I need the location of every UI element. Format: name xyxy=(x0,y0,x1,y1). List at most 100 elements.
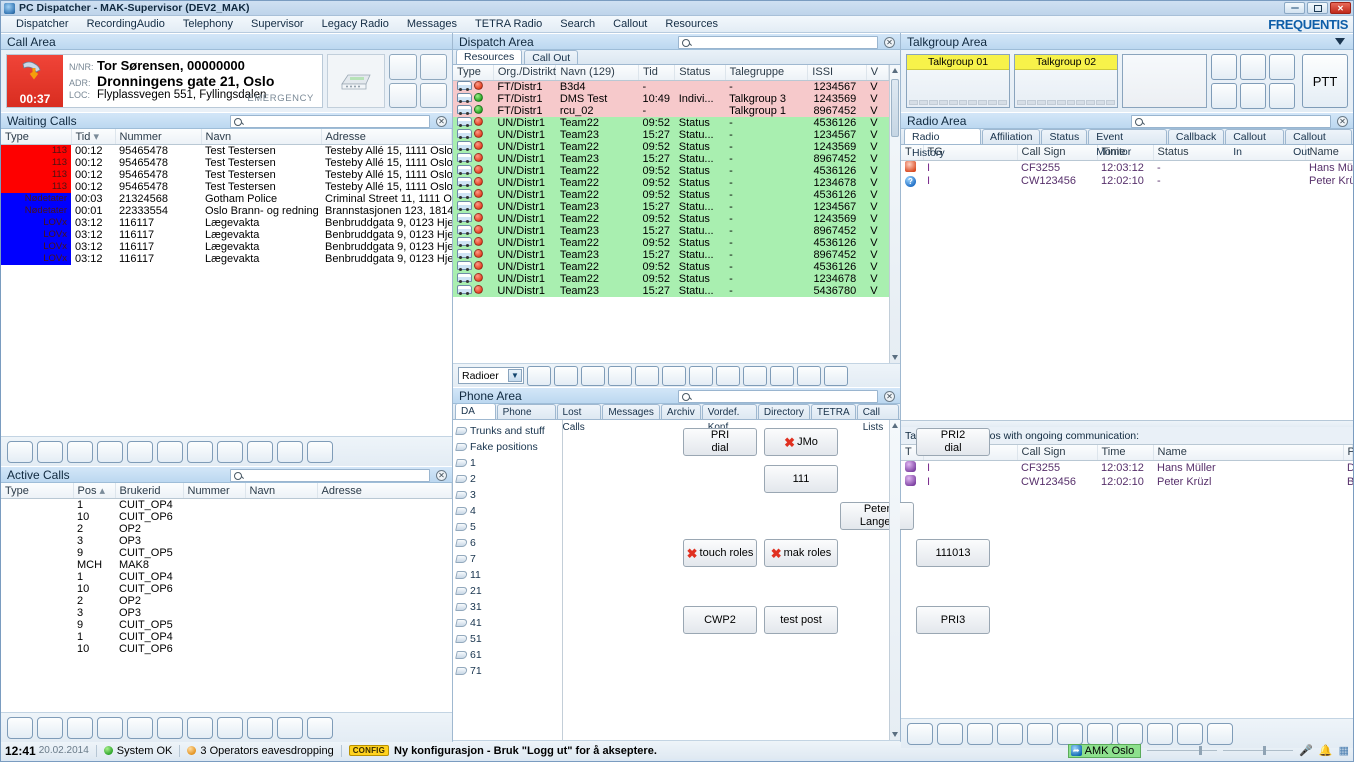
table-row[interactable]: UN/Distr1 Team22 09:52 Status -4536126 V xyxy=(453,260,889,273)
table-row[interactable]: 113 00:12 95465478 Test Testersen Testeby Al… xyxy=(1,181,452,193)
table-row[interactable]: LOVx 03:12 116117 Lægevakta Benbruddgata 9, … xyxy=(1,217,452,229)
tg-key-5[interactable] xyxy=(1240,83,1266,109)
wc-strip-button-1[interactable] xyxy=(7,440,33,463)
call-action-button-2[interactable] xyxy=(419,54,447,80)
da-key-button[interactable]: Peter Langer xyxy=(840,502,914,530)
rd-strip-button-7[interactable] xyxy=(1087,722,1113,745)
table-row[interactable]: 1 CUIT_OP4 xyxy=(1,499,452,512)
active-calls-close-icon[interactable]: ✕ xyxy=(436,470,447,481)
tg-key-1[interactable] xyxy=(1211,54,1237,80)
table-row[interactable]: LOVx 03:12 116117 Lægevakta Benbruddgata 9, … xyxy=(1,229,452,241)
menu-supervisor[interactable]: Supervisor xyxy=(242,16,313,33)
waiting-calls-close-icon[interactable]: ✕ xyxy=(436,116,447,127)
phone-area-close-icon[interactable]: ✕ xyxy=(884,391,895,402)
radio-area-close-icon[interactable]: ✕ xyxy=(1337,116,1348,127)
radio-tab-callout-out[interactable]: Callout Out xyxy=(1285,129,1352,158)
r-col-callsign[interactable]: Call Sign xyxy=(1017,145,1098,161)
dispatch-button-9[interactable] xyxy=(743,365,767,386)
menu-search[interactable]: Search xyxy=(551,16,604,33)
d-col-issi[interactable]: ISSI xyxy=(807,65,867,81)
table-row[interactable]: Nødetater 00:03 21324568 Gotham Police Crimi… xyxy=(1,193,452,205)
radio-tab-event-monitor[interactable]: Event Monitor xyxy=(1088,129,1167,158)
table-row[interactable]: 1 CUIT_OP4 xyxy=(1,571,452,583)
grid-icon[interactable]: ▦ xyxy=(1339,744,1349,757)
da-key-list-item[interactable]: 3 xyxy=(455,487,562,503)
dispatch-scrollbar[interactable] xyxy=(889,65,900,363)
wc-strip-button-10[interactable] xyxy=(277,440,303,463)
phone-tab-archiv[interactable]: Archiv xyxy=(660,404,701,419)
tg-key-4[interactable] xyxy=(1211,83,1237,109)
da-key-list-item[interactable]: 61 xyxy=(455,647,562,663)
table-row[interactable]: UN/Distr1 Team23 15:27 Statu... -8967452 V xyxy=(453,152,889,165)
da-key-button[interactable]: CWP2 xyxy=(683,606,757,634)
da-key-list-item[interactable]: 4 xyxy=(455,503,562,519)
table-row[interactable]: Nødetater 00:01 22333554 Oslo Brann- og red… xyxy=(1,205,452,217)
table-row[interactable]: FT/Distr1 B3d4- -1234567 V xyxy=(453,80,889,93)
ac-strip-button-2[interactable] xyxy=(37,716,63,739)
r-col-name[interactable]: Name xyxy=(1305,145,1353,161)
dispatch-area-search[interactable] xyxy=(678,36,878,49)
dispatch-button-8[interactable] xyxy=(716,365,740,386)
rd-strip-button-8[interactable] xyxy=(1117,722,1143,745)
table-row[interactable]: ?ICW12345612:02:10-Peter KrüzlBZ1 xyxy=(901,175,1353,187)
da-key-button[interactable]: ✖ touch roles xyxy=(683,539,757,567)
rd-strip-button-10[interactable] xyxy=(1177,722,1203,745)
table-row[interactable]: MCH MAK8 xyxy=(1,559,452,571)
d-col-navn[interactable]: Navn (129) xyxy=(555,65,639,81)
phone-tab-da-keys[interactable]: DA Keys xyxy=(455,403,496,433)
da-key-list-item[interactable]: 51 xyxy=(455,631,562,647)
wc-strip-button-3[interactable] xyxy=(67,440,93,463)
tg-key-6[interactable] xyxy=(1269,83,1295,109)
table-row[interactable]: LOVx 03:12 116117 Lægevakta Benbruddgata 9, … xyxy=(1,253,452,265)
table-row[interactable]: UN/Distr1 Team22 09:52 Status -1243569 V xyxy=(453,140,889,153)
active-calls-search[interactable] xyxy=(230,469,430,482)
ac-strip-button-4[interactable] xyxy=(97,716,123,739)
chevron-down-icon[interactable] xyxy=(1335,38,1345,45)
table-row[interactable]: UN/Distr1 Team22 09:52 Status -1243569 V xyxy=(453,212,889,225)
ac-strip-button-1[interactable] xyxy=(7,716,33,739)
call-action-button-3[interactable] xyxy=(389,82,417,108)
dispatch-button-1[interactable] xyxy=(527,365,551,386)
ac-col-adresse[interactable]: Adresse xyxy=(317,483,452,499)
site-badge[interactable]: ➦ AMK Oslo xyxy=(1067,743,1142,758)
dispatch-button-12[interactable] xyxy=(824,365,848,386)
table-row[interactable]: UN/Distr1 Team23 15:27 Statu... -1234567 V xyxy=(453,200,889,213)
phone-area-search[interactable] xyxy=(678,390,878,403)
table-row[interactable]: UN/Distr1 Team22 09:52 Status -4536126 V xyxy=(453,188,889,201)
da-key-list-item[interactable]: 71 xyxy=(455,663,562,679)
da-key-button[interactable]: 111 xyxy=(764,465,838,493)
wc-strip-button-9[interactable] xyxy=(247,440,273,463)
radio-tab-radio-history[interactable]: Radio History xyxy=(904,128,982,159)
table-row[interactable]: 9 CUIT_OP5 xyxy=(1,547,452,559)
tab-resources[interactable]: Resources xyxy=(456,49,523,64)
minimize-button[interactable] xyxy=(1284,2,1305,14)
menu-recordingaudio[interactable]: RecordingAudio xyxy=(78,16,174,33)
da-key-list-item[interactable]: 31 xyxy=(455,599,562,615)
phone-tab-lost-calls[interactable]: Lost Calls xyxy=(556,404,602,433)
radio-area-search[interactable] xyxy=(1131,115,1331,128)
dispatch-button-5[interactable] xyxy=(635,365,659,386)
da-key-button[interactable]: PRI3 xyxy=(916,606,990,634)
d-col-status[interactable]: Status xyxy=(674,65,726,81)
rd-strip-button-6[interactable] xyxy=(1057,722,1083,745)
tg-key-3[interactable] xyxy=(1269,54,1295,80)
close-button[interactable]: ✕ xyxy=(1330,2,1351,14)
table-row[interactable]: 10 CUIT_OP6 xyxy=(1,643,452,655)
wc-strip-button-7[interactable] xyxy=(187,440,213,463)
radio-tab-callback[interactable]: Callback xyxy=(1167,129,1225,144)
dispatch-button-10[interactable] xyxy=(770,365,794,386)
radio-tab-status[interactable]: Status xyxy=(1041,129,1088,144)
rd-strip-button-1[interactable] xyxy=(907,722,933,745)
tab-call-out[interactable]: Call Out xyxy=(524,50,579,64)
table-row[interactable]: 2 OP2 xyxy=(1,595,452,607)
table-row[interactable]: ICF325512:03:12-Hans MüllerDiv B xyxy=(901,160,1353,175)
menu-messages[interactable]: Messages xyxy=(398,16,466,33)
wc-strip-button-4[interactable] xyxy=(97,440,123,463)
menu-tetra-radio[interactable]: TETRA Radio xyxy=(466,16,551,33)
dispatch-button-3[interactable] xyxy=(581,365,605,386)
da-key-button[interactable]: ✖ JMo xyxy=(764,428,838,456)
o-col-callsign[interactable]: Call Sign xyxy=(1017,445,1098,461)
handset-icon[interactable] xyxy=(327,54,385,108)
table-row[interactable]: 9 CUIT_OP5 xyxy=(1,619,452,631)
table-row[interactable]: UN/Distr1 Team23 15:27 Statu... -1234567 V xyxy=(453,128,889,141)
